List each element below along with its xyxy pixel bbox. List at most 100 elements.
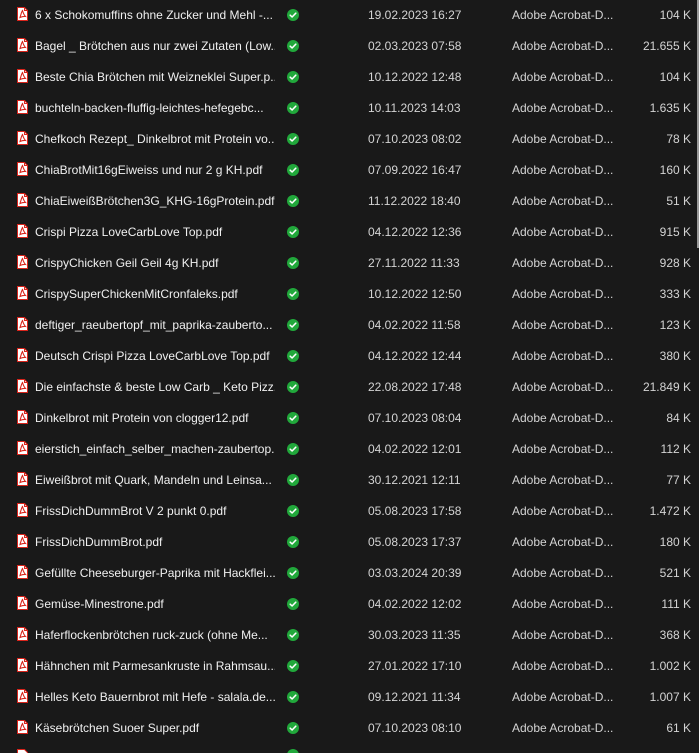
file-type: Adobe Acrobat-D...	[512, 318, 614, 332]
pdf-file-icon	[17, 348, 28, 362]
file-modified-date: 10.11.2023 14:03	[368, 101, 461, 115]
file-size: 21.849 K	[642, 380, 691, 394]
file-row[interactable]: Deutsch Crispi Pizza LoveCarbLove Top.pd…	[0, 341, 693, 372]
sync-ok-checkmark-icon	[287, 288, 299, 300]
file-row[interactable]: Gefüllte Cheeseburger-Paprika mit Hackfl…	[0, 558, 693, 589]
file-size: 77 K	[666, 473, 691, 487]
sync-ok-checkmark-icon	[287, 40, 299, 52]
file-size: 61 K	[666, 721, 691, 735]
file-size: 1.007 K	[649, 690, 691, 704]
file-size: 1.002 K	[649, 659, 691, 673]
file-row[interactable]: eierstich_einfach_selber_machen-zauberto…	[0, 434, 693, 465]
file-row[interactable]: Helles Keto Bauernbrot mit Hefe - salala…	[0, 682, 693, 713]
sync-ok-checkmark-icon	[287, 164, 299, 176]
file-row[interactable]: Chefkoch Rezept_ Dinkelbrot mit Protein …	[0, 124, 693, 155]
pdf-file-icon	[17, 410, 28, 424]
pdf-file-icon	[17, 162, 28, 176]
file-type: Adobe Acrobat-D...	[512, 163, 614, 177]
file-name: CrispyChicken Geil Geil 4g KH.pdf	[35, 256, 219, 270]
file-modified-date: 09.12.2021 11:34	[368, 690, 461, 704]
file-modified-date: 04.12.2022 12:36	[368, 225, 462, 239]
sync-ok-checkmark-icon	[287, 722, 299, 734]
file-type: Adobe Acrobat-D...	[512, 504, 614, 518]
file-row[interactable]: Haferflockenbrötchen ruck-zuck (ohne Me.…	[0, 620, 693, 651]
sync-ok-checkmark-icon	[287, 749, 299, 753]
file-type: Adobe Acrobat-D...	[512, 287, 614, 301]
file-row[interactable]: Hähnchen mit Parmesankruste in Rahmsau..…	[0, 651, 693, 682]
file-row[interactable]: CrispyChicken Geil Geil 4g KH.pdf 27.11.2…	[0, 248, 693, 279]
file-row[interactable]: Eiweißbrot mit Quark, Mandeln und Leinsa…	[0, 465, 693, 496]
file-size: 104 K	[659, 70, 691, 84]
file-name: Die einfachste & beste Low Carb _ Keto P…	[35, 380, 275, 394]
file-type: Adobe Acrobat-D...	[512, 39, 614, 53]
sync-ok-checkmark-icon	[287, 443, 299, 455]
pdf-file-icon	[17, 69, 28, 83]
sync-ok-checkmark-icon	[287, 133, 299, 145]
file-name: Dinkelbrot mit Protein von clogger12.pdf	[35, 411, 249, 425]
file-modified-date: 05.08.2023 17:58	[368, 504, 462, 518]
file-size: 123 K	[659, 318, 691, 332]
pdf-file-icon	[17, 720, 28, 734]
file-row[interactable]: buchteln-backen-fluffig-leichtes-hefegeb…	[0, 93, 693, 124]
pdf-file-icon	[17, 100, 28, 114]
file-name: deftiger_raeubertopf_mit_paprika-zaubert…	[35, 318, 273, 332]
file-modified-date: 07.10.2023 08:10	[368, 721, 462, 735]
file-size: 84 K	[666, 411, 691, 425]
file-row[interactable]: Crispi Pizza LoveCarbLove Top.pdf 04.12.2…	[0, 217, 693, 248]
file-type: Adobe Acrobat-D...	[512, 566, 614, 580]
sync-ok-checkmark-icon	[287, 474, 299, 486]
sync-ok-checkmark-icon	[287, 412, 299, 424]
file-row[interactable]: FrissDichDummBrot V 2 punkt 0.pdf 05.08.2…	[0, 496, 693, 527]
file-type: Adobe Acrobat-D...	[512, 70, 614, 84]
file-name: ChiaBrotMit16gEiweiss und nur 2 g KH.pdf	[35, 163, 263, 177]
file-name: 6 x Schokomuffins ohne Zucker und Mehl -…	[35, 8, 273, 22]
file-type: Adobe Acrobat-D...	[512, 256, 614, 270]
file-name: FrissDichDummBrot.pdf	[35, 535, 163, 549]
file-size: 111 K	[661, 597, 691, 611]
pdf-file-icon	[17, 193, 28, 207]
sync-ok-checkmark-icon	[287, 350, 299, 362]
file-row[interactable]: Bagel _ Brötchen aus nur zwei Zutaten (L…	[0, 31, 693, 62]
file-size: 78 K	[666, 132, 691, 146]
pdf-file-icon	[17, 224, 28, 238]
file-modified-date: 11.12.2022 18:40	[368, 194, 461, 208]
file-type: Adobe Acrobat-D...	[512, 132, 614, 146]
file-modified-date: 07.09.2022 16:47	[368, 163, 462, 177]
file-name: Haferflockenbrötchen ruck-zuck (ohne Me.…	[35, 628, 268, 642]
pdf-file-icon	[17, 689, 28, 703]
file-size: 1.635 K	[649, 101, 691, 115]
file-row[interactable]: 6 x Schokomuffins ohne Zucker und Mehl -…	[0, 0, 693, 31]
file-row[interactable]: ChiaBrotMit16gEiweiss und nur 2 g KH.pdf…	[0, 155, 693, 186]
file-row[interactable]: Gemüse-Minestrone.pdf 04.02.2022 12:02 Ado…	[0, 589, 693, 620]
file-type: Adobe Acrobat-D...	[512, 225, 614, 239]
pdf-file-icon	[17, 441, 28, 455]
file-row[interactable]: CrispySuperChickenMitCronfaleks.pdf 10.12…	[0, 279, 693, 310]
pdf-file-icon	[17, 7, 28, 21]
file-modified-date: 27.01.2022 17:10	[368, 659, 462, 673]
file-modified-date: 04.02.2022 12:02	[368, 597, 462, 611]
file-type: Adobe Acrobat-D...	[512, 535, 614, 549]
file-row[interactable]: ChiaEiweißBrötchen3G_KHG-16gProtein.pdf 1…	[0, 186, 693, 217]
file-type: Adobe Acrobat-D...	[512, 628, 614, 642]
pdf-file-icon	[17, 38, 28, 52]
file-name: Eiweißbrot mit Quark, Mandeln und Leinsa…	[35, 473, 272, 487]
pdf-file-icon	[17, 472, 28, 486]
file-row[interactable]: deftiger_raeubertopf_mit_paprika-zaubert…	[0, 310, 693, 341]
pdf-file-icon	[17, 503, 28, 517]
file-modified-date: 04.02.2022 11:58	[368, 318, 461, 332]
file-row[interactable]: Dinkelbrot mit Protein von clogger12.pdf…	[0, 403, 693, 434]
file-row[interactable]: Beste Chia Brötchen mit Weizneklei Super…	[0, 62, 693, 93]
pdf-file-icon	[17, 658, 28, 672]
file-row[interactable]: FrissDichDummBrot.pdf 05.08.2023 17:37 Ado…	[0, 527, 693, 558]
sync-ok-checkmark-icon	[287, 102, 299, 114]
file-size: 521 K	[659, 566, 691, 580]
file-size: 380 K	[659, 349, 691, 363]
file-type: Adobe Acrobat-D...	[512, 101, 614, 115]
file-row[interactable]: Die einfachste & beste Low Carb _ Keto P…	[0, 372, 693, 403]
file-name: Crispi Pizza LoveCarbLove Top.pdf	[35, 225, 223, 239]
file-row-partial[interactable]	[0, 746, 693, 753]
file-type: Adobe Acrobat-D...	[512, 442, 614, 456]
file-modified-date: 02.03.2023 07:58	[368, 39, 462, 53]
file-row[interactable]: Käsebrötchen Suoer Super.pdf 07.10.2023 0…	[0, 713, 693, 744]
file-size: 333 K	[659, 287, 691, 301]
